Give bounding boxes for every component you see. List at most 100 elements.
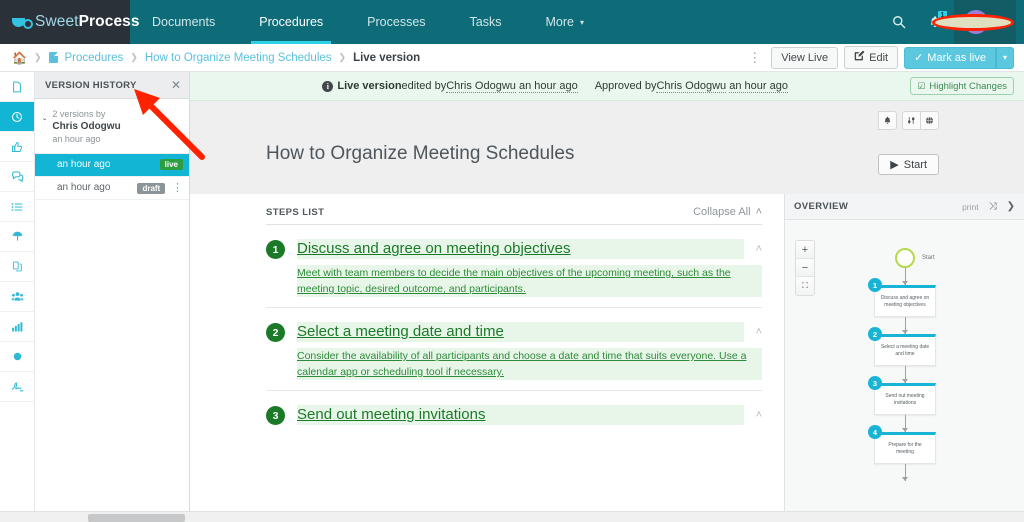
chevron-down-icon: ▾	[579, 17, 584, 27]
nav-item-more[interactable]: More ▾	[523, 0, 606, 44]
rail-item-duplicate[interactable]	[0, 252, 34, 282]
bell-icon[interactable]	[878, 111, 897, 130]
rail-item-teams[interactable]	[0, 282, 34, 312]
step-title[interactable]: Discuss and agree on meeting objectives	[297, 239, 744, 259]
rail-item-comments[interactable]	[0, 162, 34, 192]
breadcrumb-item-procedures[interactable]: Procedures	[65, 52, 124, 64]
status-approved-text: Approved by	[594, 80, 657, 92]
version-row-live[interactable]: an hour ago live	[35, 153, 189, 177]
rail-item-reports[interactable]	[0, 312, 34, 342]
status-approved-author: Chris Odogwu	[656, 79, 727, 93]
version-group-time: an hour ago	[52, 134, 101, 144]
step-header: 1 Discuss and agree on meeting objective…	[266, 239, 762, 259]
status-edited-time: an hour ago	[518, 79, 578, 93]
flow-node-number: 3	[868, 376, 882, 390]
main-content: i Live version edited by Chris Odogwu an…	[190, 72, 1024, 522]
breadcrumb-item-document[interactable]: How to Organize Meeting Schedules	[145, 52, 332, 64]
steps-list-header: STEPS LIST Collapse All ˄	[266, 206, 762, 225]
rail-item-approvals[interactable]	[0, 132, 34, 162]
flow-start-label: Start	[922, 255, 935, 261]
status-bar-text: i Live version edited by Chris Odogwu an…	[200, 80, 910, 93]
mark-as-live-button[interactable]: ✓ Mark as live	[904, 46, 996, 69]
step-number: 3	[266, 406, 285, 425]
close-icon[interactable]: ✕	[171, 78, 181, 92]
chevron-up-icon[interactable]: ˄	[756, 322, 762, 338]
version-row-draft[interactable]: an hour ago draft ⋮	[35, 177, 189, 200]
rail-item-document[interactable]	[0, 72, 34, 102]
nav-item-processes-label: Processes	[367, 15, 426, 29]
brand-logo[interactable]: SweetProcess	[0, 0, 140, 44]
zoom-fit-button[interactable]: ⛶	[796, 277, 814, 295]
top-navigation-bar: SweetProcess Documents Procedures Proces…	[0, 0, 1024, 44]
brand-logo-text: SweetProcess	[35, 13, 140, 31]
rail-item-signature[interactable]	[0, 372, 34, 402]
edit-button[interactable]: Edit	[844, 46, 899, 69]
flowchart-canvas[interactable]: + − ⛶ Start 1 Discuss and agree on meeti…	[785, 220, 1024, 522]
highlight-changes-button[interactable]: ☑ Highlight Changes	[910, 77, 1014, 95]
mark-as-live-group: ✓ Mark as live ▾	[904, 46, 1014, 69]
mark-as-live-dropdown-caret[interactable]: ▾	[995, 46, 1014, 69]
more-options-icon[interactable]: ⋮	[172, 182, 183, 194]
version-row-time: an hour ago	[57, 182, 111, 193]
globe-icon[interactable]	[920, 111, 939, 130]
flow-node[interactable]: 1 Discuss and agree on meeting objective…	[868, 278, 936, 317]
version-history-header: VERSION HISTORY ✕	[35, 72, 189, 99]
flow-connector	[902, 366, 908, 383]
chevron-right-icon[interactable]: ❯	[1007, 201, 1015, 212]
breadcrumb: 🏠 ❯ Procedures ❯ How to Organize Meeting…	[12, 51, 744, 65]
step-number: 2	[266, 323, 285, 342]
breadcrumb-actions: ⋮ View Live Edit ✓ Mark as live ▾	[744, 46, 1014, 69]
content-area: STEPS LIST Collapse All ˄ 1 Discuss and …	[190, 194, 1024, 522]
collapse-all-button[interactable]: Collapse All ˄	[693, 206, 762, 218]
nav-item-processes[interactable]: Processes	[345, 0, 447, 44]
overview-title: OVERVIEW	[794, 201, 849, 212]
highlight-changes-label: Highlight Changes	[929, 80, 1007, 92]
rail-item-status[interactable]	[0, 342, 34, 372]
chevron-down-icon[interactable]: ˇ	[43, 108, 46, 146]
nav-item-documents[interactable]: Documents	[130, 0, 237, 44]
start-button[interactable]: ▶ Start	[878, 154, 939, 175]
scrollbar-thumb[interactable]	[88, 514, 185, 522]
rail-item-policies[interactable]	[0, 222, 34, 252]
flow-node[interactable]: 2 Select a meeting date and time	[868, 327, 936, 366]
view-live-button[interactable]: View Live	[771, 46, 839, 69]
nav-item-tasks[interactable]: Tasks	[448, 0, 524, 44]
nav-item-procedures[interactable]: Procedures	[237, 0, 345, 44]
flow-connector	[902, 317, 908, 334]
flow-node[interactable]: 3 Send out meeting invitations	[868, 376, 936, 415]
redaction-ellipse-annotation	[932, 14, 1014, 31]
status-edited-author: Chris Odogwu	[446, 79, 516, 93]
sliders-icon[interactable]	[902, 111, 921, 130]
nav-item-documents-label: Documents	[152, 15, 216, 29]
step-title[interactable]: Select a meeting date and time	[297, 322, 744, 342]
rail-item-tasks[interactable]	[0, 192, 34, 222]
step-title[interactable]: Send out meeting invitations	[297, 405, 744, 425]
chevron-up-icon[interactable]: ˄	[756, 239, 762, 255]
flow-node-text: Prepare for the meeting	[888, 442, 922, 455]
flow-node-number: 1	[868, 278, 882, 292]
zoom-out-button[interactable]: −	[796, 259, 814, 277]
step-description: Meet with team members to decide the mai…	[297, 265, 762, 297]
status-badge: draft	[137, 183, 166, 194]
horizontal-scrollbar[interactable]	[0, 511, 1024, 522]
shuffle-icon[interactable]: ⤨	[989, 201, 997, 212]
more-options-icon[interactable]: ⋮	[744, 50, 765, 66]
application-window: SweetProcess Documents Procedures Proces…	[0, 0, 1024, 522]
home-icon[interactable]: 🏠	[12, 51, 27, 65]
print-button[interactable]: print	[962, 202, 979, 212]
flow-node[interactable]: 4 Prepare for the meeting	[868, 425, 936, 464]
status-approved: Approved by Chris Odogwu an hour ago	[595, 80, 788, 93]
steps-column: STEPS LIST Collapse All ˄ 1 Discuss and …	[190, 194, 784, 522]
flow-node-number: 4	[868, 425, 882, 439]
collapse-all-label: Collapse All	[693, 206, 751, 218]
flow-start-node[interactable]: Start	[895, 248, 935, 268]
flow-node-text: Select a meeting date and time	[880, 344, 930, 357]
search-icon[interactable]	[882, 0, 916, 44]
steps-list-title: STEPS LIST	[266, 206, 325, 218]
step-description: Consider the availability of all partici…	[297, 348, 762, 380]
chevron-up-icon[interactable]: ˄	[756, 405, 762, 421]
zoom-in-button[interactable]: +	[796, 241, 814, 259]
rail-item-version-history[interactable]	[0, 102, 34, 132]
version-group[interactable]: ˇ 2 versions by Chris Odogwu an hour ago	[35, 99, 189, 154]
coffee-cup-icon	[12, 15, 33, 30]
